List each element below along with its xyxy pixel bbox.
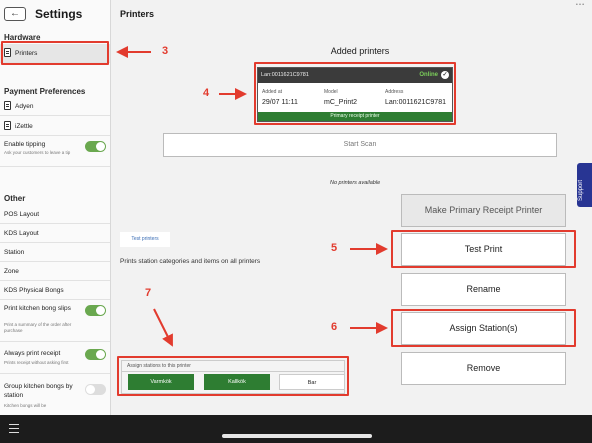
- home-indicator[interactable]: [222, 434, 372, 438]
- annotation-arrows: [116, 46, 388, 347]
- bottom-bar: [0, 415, 592, 443]
- support-tab[interactable]: Support: [577, 163, 592, 207]
- support-label: Support: [578, 179, 584, 201]
- hamburger-menu-icon[interactable]: [9, 424, 19, 433]
- arrow-7: [153, 308, 173, 347]
